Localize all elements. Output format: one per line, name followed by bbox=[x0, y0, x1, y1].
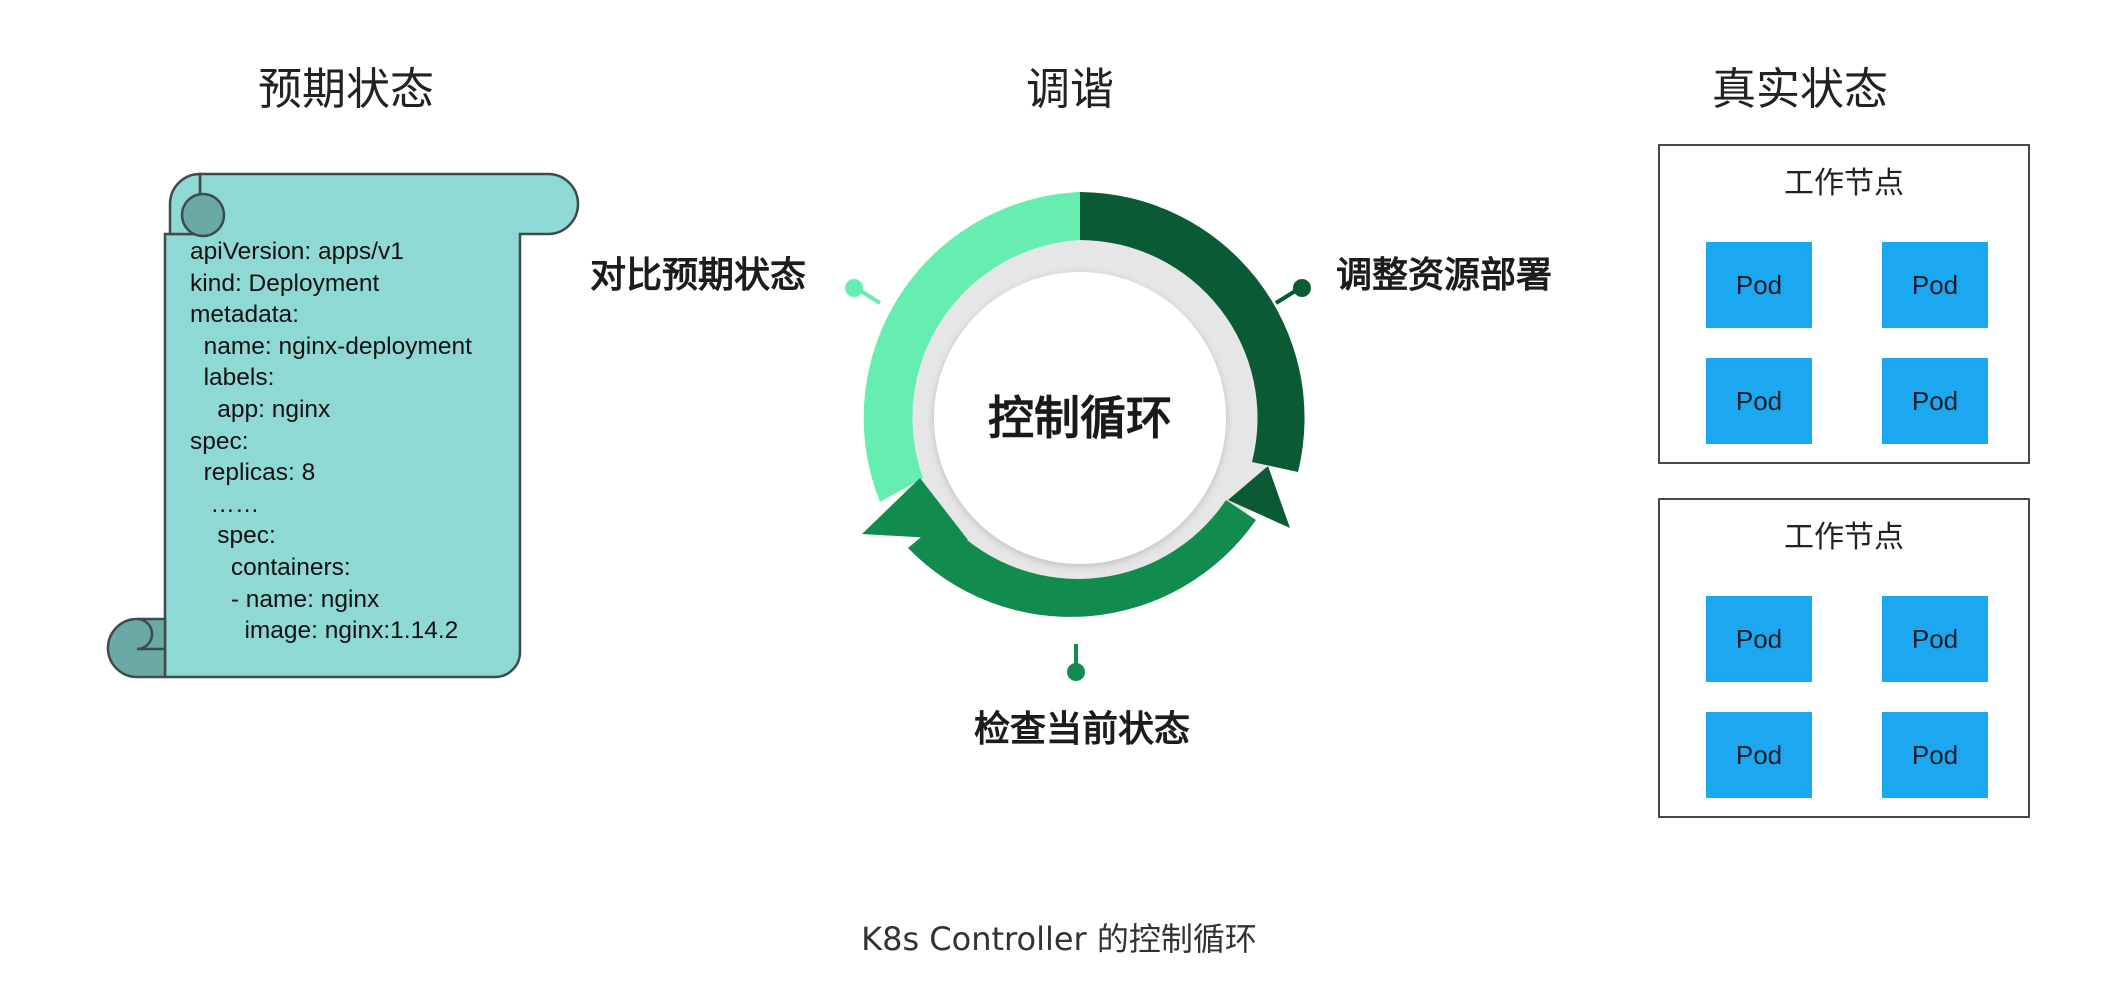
check-label: 检查当前状态 bbox=[974, 709, 1191, 750]
check-pin bbox=[1067, 663, 1085, 681]
adjust-label: 调整资源部署 bbox=[1336, 255, 1553, 296]
control-loop-label: 控制循环 bbox=[988, 391, 1172, 445]
pod: Pod bbox=[1882, 242, 1988, 328]
adjust-pin bbox=[1293, 279, 1311, 297]
worker-node: 工作节点 Pod Pod Pod Pod bbox=[1658, 144, 2030, 464]
worker-node: 工作节点 Pod Pod Pod Pod bbox=[1658, 498, 2030, 818]
pod: Pod bbox=[1706, 596, 1812, 682]
pod: Pod bbox=[1706, 242, 1812, 328]
pod: Pod bbox=[1882, 712, 1988, 798]
compare-pin bbox=[845, 279, 863, 297]
worker-node-title: 工作节点 bbox=[1784, 520, 1904, 555]
pod: Pod bbox=[1706, 358, 1812, 444]
compare-label: 对比预期状态 bbox=[590, 255, 807, 296]
worker-node-title: 工作节点 bbox=[1784, 166, 1904, 201]
pod: Pod bbox=[1706, 712, 1812, 798]
pod: Pod bbox=[1882, 358, 1988, 444]
figure-caption: K8s Controller 的控制循环 bbox=[861, 920, 1257, 958]
pod: Pod bbox=[1882, 596, 1988, 682]
